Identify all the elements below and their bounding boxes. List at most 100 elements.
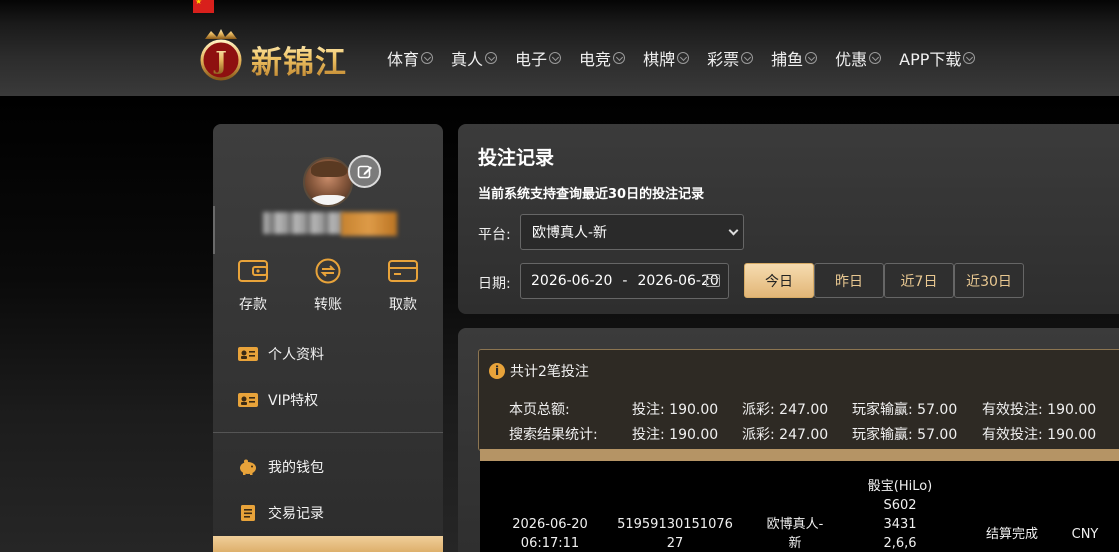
sidebar-item-wallet[interactable]: 我的钱包	[238, 456, 324, 478]
nav-item-label: 体育	[387, 50, 420, 69]
order-number-line: 51959130151076	[617, 517, 733, 532]
platform-select[interactable]: 欧博真人-新	[520, 214, 744, 250]
currency-cell: CNY	[1071, 527, 1099, 542]
win-loss-amount: 玩家输赢: 57.00	[852, 427, 958, 443]
sidebar-item-label: 个人资料	[268, 347, 324, 363]
chevron-down-icon	[677, 52, 690, 64]
date-separator: -	[622, 273, 628, 289]
nav-item-fishing[interactable]: 捕鱼	[771, 47, 818, 69]
card-icon	[388, 260, 418, 282]
chevron-down-icon	[613, 52, 626, 64]
vip-level-badge-redacted	[341, 212, 397, 236]
edit-icon	[357, 165, 372, 178]
nav-item-label: 电子	[515, 50, 548, 69]
nav-item-slots[interactable]: 电子	[515, 47, 562, 69]
sidebar-item-label: VIP特权	[268, 393, 319, 409]
nav-item-lottery[interactable]: 彩票	[707, 47, 754, 69]
summary-heading: i 共计2笔投注	[489, 361, 589, 381]
summary-box: i 共计2笔投注 本页总额: 投注: 190.00 派彩: 247.00 玩家输…	[478, 349, 1119, 451]
chevron-down-icon	[549, 52, 562, 64]
calendar-icon	[706, 274, 720, 287]
chevron-down-icon	[805, 52, 818, 64]
avatar-shirt	[309, 195, 351, 205]
sidebar-item-transactions[interactable]: 交易记录	[238, 502, 324, 524]
site-logo[interactable]: J 新锦江	[197, 27, 367, 83]
transfer-icon	[315, 258, 341, 284]
document-icon	[241, 505, 255, 521]
withdraw-label: 取款	[389, 297, 417, 313]
result-values: 2,6,6	[883, 536, 917, 551]
date-range-picker[interactable]: 2026-06-20 - 2026-06-20	[520, 263, 729, 299]
nav-item-esports[interactable]: 电竞	[579, 47, 626, 69]
page-title: 投注记录	[478, 147, 555, 169]
vip-card-icon	[238, 393, 258, 407]
info-icon: i	[489, 363, 505, 379]
nav-item-cards[interactable]: 棋牌	[643, 47, 690, 69]
svg-text:J: J	[213, 46, 226, 75]
account-sidebar: 存款 转账 取款 个人资料 VIP特权 我的钱包 交易记录	[213, 124, 443, 552]
china-flag-icon[interactable]	[193, 0, 214, 13]
sidebar-item-profile[interactable]: 个人资料	[238, 343, 324, 365]
edit-profile-button[interactable]	[348, 155, 381, 188]
wallet-icon	[238, 260, 268, 282]
top-header: J 新锦江 体育 真人 电子 电竞 棋牌 彩票 捕鱼 优惠 APP下载	[0, 0, 1119, 96]
bet-amount: 投注: 190.00	[632, 427, 719, 443]
nav-item-app-download[interactable]: APP下载	[899, 47, 976, 69]
nav-item-label: APP下载	[899, 50, 962, 69]
platform-cell: 欧博真人- 新	[745, 515, 845, 552]
bet-amount: 投注: 190.00	[632, 402, 719, 418]
nav-item-label: 棋牌	[643, 50, 676, 69]
sidebar-item-label: 交易记录	[268, 506, 324, 522]
sidebar-item-vip[interactable]: VIP特权	[238, 389, 318, 411]
win-loss-amount: 玩家输赢: 57.00	[852, 402, 958, 418]
transfer-button[interactable]: 转账	[308, 258, 348, 314]
sidebar-item-active-highlight[interactable]	[213, 536, 443, 552]
sidebar-edge-marker	[213, 206, 215, 254]
date-start: 2026-06-20	[531, 273, 613, 289]
nav-item-label: 优惠	[835, 50, 868, 69]
order-number-line: 27	[666, 536, 684, 551]
nav-item-sports[interactable]: 体育	[387, 47, 434, 69]
platform-select-value: 欧博真人-新	[532, 225, 608, 241]
platform-line: 欧博真人-	[766, 517, 824, 532]
nav-item-label: 捕鱼	[771, 50, 804, 69]
total-bets-count: 共计2笔投注	[510, 364, 589, 380]
bet-record-results-panel: i 共计2笔投注 本页总额: 投注: 190.00 派彩: 247.00 玩家输…	[458, 328, 1119, 552]
last-7-days-button[interactable]: 近7日	[884, 263, 954, 298]
platform-label: 平台:	[478, 227, 511, 243]
bet-time: 06:17:11	[520, 536, 580, 551]
payout-amount: 派彩: 247.00	[742, 402, 829, 418]
row-label: 搜索结果统计:	[509, 427, 598, 443]
nav-item-promotions[interactable]: 优惠	[835, 47, 882, 69]
chevron-down-icon	[869, 52, 882, 64]
table-code: S602	[883, 498, 917, 513]
today-button[interactable]: 今日	[744, 263, 814, 298]
withdraw-button[interactable]: 取款	[383, 258, 423, 314]
sidebar-divider	[213, 432, 443, 433]
nav-item-live[interactable]: 真人	[451, 47, 498, 69]
deposit-button[interactable]: 存款	[233, 258, 273, 314]
last-30-days-button[interactable]: 近30日	[954, 263, 1024, 298]
nav-item-label: 彩票	[707, 50, 740, 69]
chevron-down-icon	[728, 225, 739, 236]
round-number: 3431	[883, 517, 917, 532]
bet-time-cell: 2026-06-20 06:17:11	[490, 515, 610, 552]
brand-name: 新锦江	[251, 37, 347, 82]
main-nav: 体育 真人 电子 电竞 棋牌 彩票 捕鱼 优惠 APP下载	[387, 47, 993, 69]
yesterday-button[interactable]: 昨日	[814, 263, 884, 298]
game-name: 骰宝(HiLo)	[867, 479, 933, 494]
chevron-down-icon	[963, 52, 976, 64]
game-info-cell: 骰宝(HiLo) S602 3431 2,6,6	[840, 477, 960, 552]
crown-j-emblem-icon: J	[200, 29, 242, 81]
bet-record-filter-panel: 投注记录 当前系统支持查询最近30日的投注记录 平台: 欧博真人-新 日期: 2…	[458, 124, 1119, 314]
chevron-down-icon	[485, 52, 498, 64]
chevron-down-icon	[741, 52, 754, 64]
deposit-label: 存款	[239, 297, 267, 313]
payout-amount: 派彩: 247.00	[742, 427, 829, 443]
row-label: 本页总额:	[509, 402, 570, 418]
avatar[interactable]	[303, 157, 353, 207]
table-header	[480, 449, 1119, 461]
transfer-label: 转账	[314, 297, 342, 313]
username-redacted	[263, 212, 343, 234]
nav-item-label: 真人	[451, 50, 484, 69]
